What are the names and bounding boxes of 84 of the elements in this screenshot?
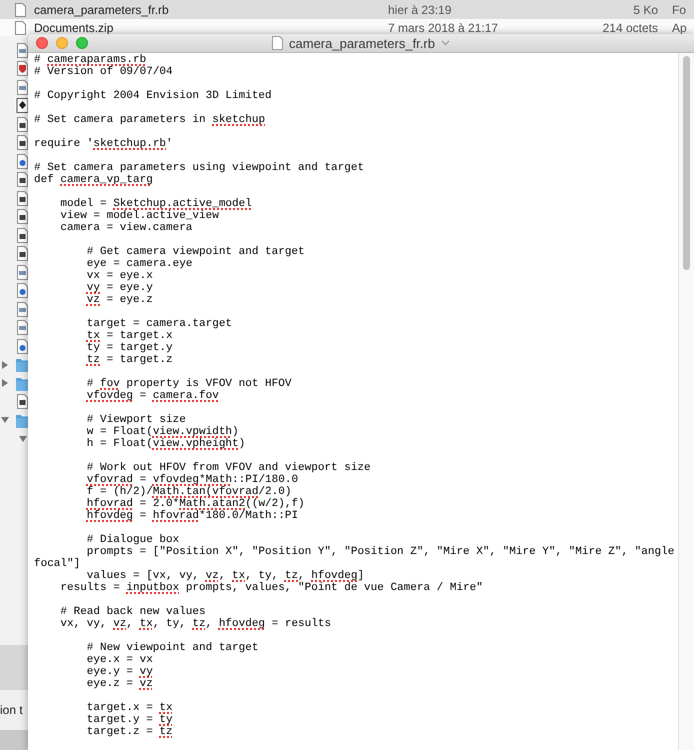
shield-file-icon[interactable] — [16, 61, 29, 76]
code-line: w = Float(view.vpwidth) — [86, 426, 239, 438]
code-line: require 'sketchup.rb' — [34, 138, 173, 150]
document-icon[interactable] — [16, 228, 29, 243]
window-title: camera_parameters_fr.rb — [289, 36, 435, 50]
code-line: # Viewport size — [86, 414, 186, 426]
code-line: vx, vy, vz, tx, ty, tz, hfovdeg = results — [60, 618, 332, 630]
code-line: model = Sketchup.active_model — [60, 198, 252, 210]
document-icon[interactable] — [16, 209, 29, 224]
code-line: # Get camera viewpoint and target — [86, 246, 305, 258]
file-date: hier à 23:19 — [388, 2, 452, 16]
code-line: # fov property is VFOV not HFOV — [86, 378, 292, 390]
folder-icon[interactable] — [16, 357, 29, 372]
document-icon[interactable] — [16, 135, 29, 150]
code-line: prompts = ["Position X", "Position Y", "Position Z", "Mire X", "Mire Y", "Mire Z", "angle — [86, 546, 674, 558]
app-icon[interactable] — [16, 98, 29, 114]
code-line: # Set camera parameters in sketchup — [34, 114, 266, 126]
code-line: tz = target.z — [86, 354, 173, 366]
document-icon — [15, 2, 26, 16]
code-line: hfovrad = 2.0*Math.atan2((w/2),f) — [86, 498, 305, 510]
code-line: focal"] — [34, 558, 80, 570]
file-row[interactable]: camera_parameters_fr.rb hier à 23:19 5 Ko Fo — [0, 0, 694, 19]
code-line: f = (h/2)/Math.tan(vfovrad/2.0) — [86, 486, 292, 498]
script-file-icon[interactable] — [16, 80, 29, 95]
zoom-button[interactable] — [76, 37, 88, 49]
code-line: vz = eye.z — [86, 294, 153, 306]
file-kind: Fo — [672, 2, 688, 16]
code-line: vfovrad = vfovdeg*Math::PI/180.0 — [86, 474, 298, 486]
code-line: view = model.active_view — [60, 210, 219, 222]
code-line: def camera_vp_targ — [34, 174, 153, 186]
disclosure-triangle-icon[interactable] — [1, 379, 9, 388]
scrollbar-thumb[interactable] — [683, 56, 690, 270]
code-line: vfovdeg = camera.fov — [86, 390, 219, 402]
disclosure-triangle-icon[interactable] — [19, 434, 27, 443]
document-icon — [15, 20, 26, 34]
code-line: camera = view.camera — [60, 222, 192, 234]
code-line: vy = eye.y — [86, 282, 153, 294]
code-line: # Dialogue box — [86, 534, 180, 546]
code-line: target.y = ty — [86, 714, 173, 726]
code-line: eye.y = vy — [86, 666, 153, 678]
code-line: target = camera.target — [86, 318, 232, 330]
code-line: # Version of 09/07/04 — [34, 66, 173, 78]
document-icon[interactable] — [16, 172, 29, 188]
scrollbar[interactable] — [678, 53, 694, 750]
script-file-icon[interactable] — [16, 302, 29, 317]
code-line: eye = camera.eye — [86, 258, 192, 270]
document-icon[interactable] — [16, 190, 29, 206]
code-line: values = [vx, vy, vz, tx, ty, tz, hfovdeg] — [86, 570, 364, 582]
script-file-icon[interactable] — [16, 42, 29, 58]
document-icon[interactable] — [16, 394, 29, 410]
web-file-icon[interactable] — [16, 154, 29, 169]
code-line: # Read back new values — [60, 606, 206, 618]
code-line: # cameraparams.rb — [34, 54, 146, 66]
code-line: vx = eye.x — [86, 270, 153, 282]
disclosure-triangle-icon[interactable] — [1, 416, 9, 424]
document-icon[interactable] — [16, 116, 29, 132]
file-name: Documents.zip — [34, 20, 114, 34]
script-file-icon[interactable] — [16, 264, 29, 280]
code-line: results = inputbox prompts, values, "Point de vue Camera / Mire" — [60, 582, 483, 594]
disclosure-triangle-icon[interactable] — [1, 360, 9, 369]
file-size: 214 octets — [602, 20, 658, 34]
code-line: target.x = tx — [86, 702, 173, 714]
document-icon — [272, 36, 284, 50]
file-kind: Ap — [672, 20, 688, 34]
code-line: # Set camera parameters using viewpoint and target — [34, 162, 364, 174]
code-line: target.z = tz — [86, 726, 173, 738]
file-date: 7 mars 2018 à 21:17 — [388, 20, 500, 34]
code-line: # Work out HFOV from VFOV and viewport size — [86, 462, 371, 474]
code-line: # New viewpoint and target — [86, 642, 258, 654]
web-file-icon[interactable] — [16, 338, 29, 354]
code-line: tx = target.x — [86, 330, 173, 342]
code-line: eye.x = vx — [86, 654, 153, 666]
file-size: 5 Ko — [632, 2, 658, 16]
script-file-icon[interactable] — [16, 320, 29, 336]
file-name: camera_parameters_fr.rb — [34, 2, 170, 16]
web-file-icon[interactable] — [16, 283, 29, 298]
code-line: # Copyright 2004 Envision 3D Limited — [34, 90, 272, 102]
close-button[interactable] — [36, 37, 48, 49]
code-line: hfovdeg = hfovrad*180.0/Math::PI — [86, 510, 298, 522]
document-icon[interactable] — [16, 246, 29, 262]
code-line: ty = target.y — [86, 342, 173, 354]
list-row-text: ion t — [0, 703, 23, 717]
code-line: eye.z = vz — [86, 678, 153, 690]
code-line: h = Float(view.vpheight) — [86, 438, 246, 450]
